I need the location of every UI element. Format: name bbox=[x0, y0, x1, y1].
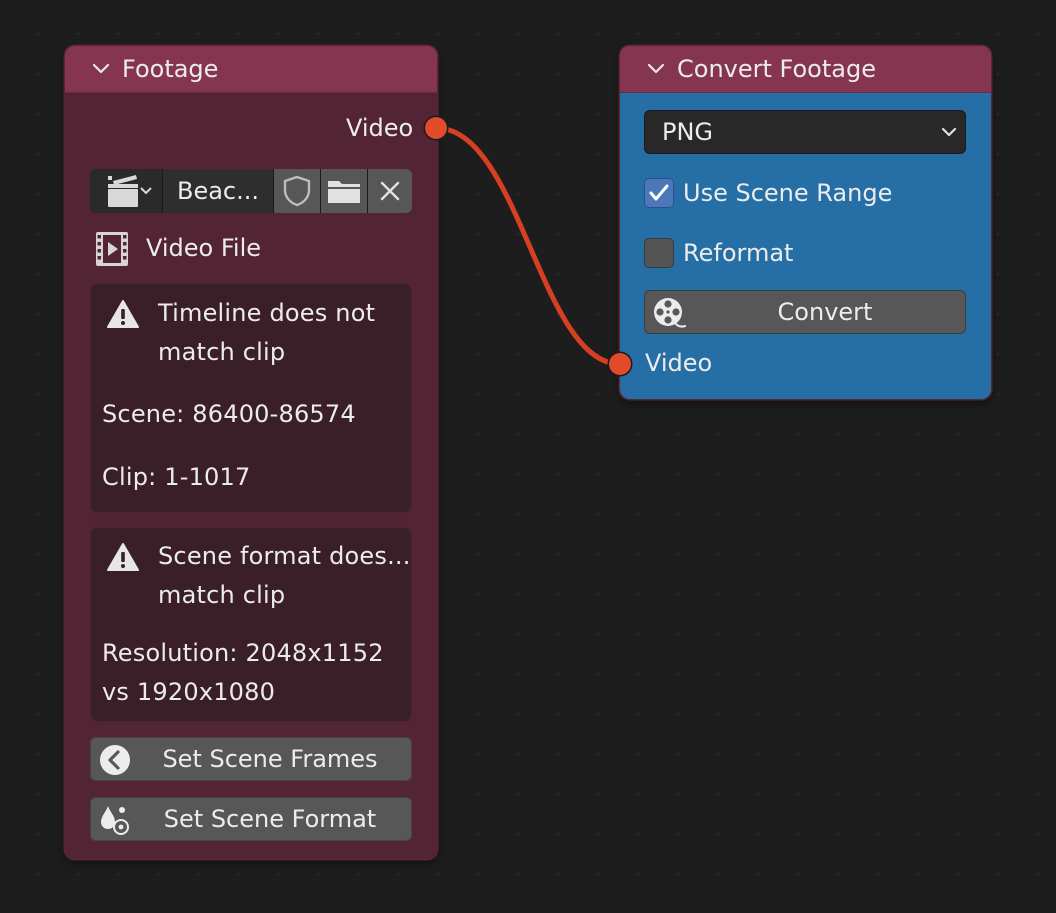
scene-range-text: Scene: 86400-86574 bbox=[102, 400, 356, 428]
convert-node-header[interactable]: Convert Footage bbox=[620, 46, 991, 93]
shield-icon bbox=[283, 175, 311, 207]
chevron-down-icon bbox=[941, 127, 957, 137]
collapse-chevron-icon[interactable] bbox=[646, 59, 666, 79]
use-scene-range-checkbox[interactable] bbox=[644, 178, 674, 208]
video-output-label: Video bbox=[346, 114, 414, 142]
warning-title-line: Timeline does not bbox=[158, 299, 376, 327]
source-type-label: Video File bbox=[146, 234, 262, 262]
set-scene-format-button[interactable]: Set Scene Format bbox=[90, 797, 412, 841]
unlink-clip-button[interactable] bbox=[368, 169, 412, 213]
set-scene-frames-button[interactable]: Set Scene Frames bbox=[90, 737, 412, 781]
folder-icon bbox=[328, 181, 360, 203]
clip-range-text: Clip: 1-1017 bbox=[102, 463, 251, 491]
clip-browse-dropdown[interactable] bbox=[90, 169, 162, 213]
clip-selector: Beac... bbox=[90, 169, 412, 213]
use-scene-range-label[interactable]: Use Scene Range bbox=[683, 179, 892, 207]
collapse-chevron-icon[interactable] bbox=[91, 59, 111, 79]
warning-title-line: match clip bbox=[158, 338, 286, 366]
resolution-text: Resolution: 2048x1152 bbox=[102, 639, 384, 667]
convert-button[interactable]: Convert bbox=[644, 290, 966, 334]
video-output-socket[interactable] bbox=[425, 117, 447, 139]
clapperboard-icon bbox=[108, 175, 152, 207]
convert-button-label: Convert bbox=[777, 298, 873, 326]
footage-node[interactable]: Footage Video Beac... Video File Timelin… bbox=[65, 46, 437, 859]
set-scene-format-label: Set Scene Format bbox=[163, 805, 377, 833]
fake-user-button[interactable] bbox=[274, 169, 320, 213]
format-dropdown[interactable]: PNG bbox=[644, 110, 966, 154]
warning-title-line: Scene format does... bbox=[158, 542, 411, 570]
timeline-mismatch-warning: Timeline does not match clip Scene: 8640… bbox=[90, 283, 412, 513]
warning-icon bbox=[107, 543, 139, 571]
clip-name-field[interactable]: Beac... bbox=[163, 169, 273, 213]
film-strip-icon bbox=[96, 232, 128, 266]
format-value: PNG bbox=[662, 118, 714, 146]
resolution-text: vs 1920x1080 bbox=[102, 678, 276, 706]
open-file-button[interactable] bbox=[321, 169, 367, 213]
warning-title-line: match clip bbox=[158, 581, 286, 609]
footage-node-header[interactable]: Footage bbox=[65, 46, 437, 93]
convert-footage-node[interactable]: Convert Footage PNG Use Scene Range Refo… bbox=[620, 46, 991, 399]
clip-name: Beac... bbox=[176, 177, 260, 205]
reformat-label[interactable]: Reformat bbox=[683, 239, 793, 267]
checkmark-icon bbox=[649, 184, 669, 201]
footage-node-title: Footage bbox=[122, 55, 219, 83]
format-mismatch-warning: Scene format does... match clip Resoluti… bbox=[90, 527, 412, 722]
convert-node-title: Convert Footage bbox=[677, 55, 876, 83]
warning-icon bbox=[107, 300, 139, 328]
reformat-checkbox[interactable] bbox=[644, 238, 674, 268]
video-input-label: Video bbox=[645, 349, 713, 377]
close-icon bbox=[380, 181, 400, 201]
set-scene-frames-label: Set Scene Frames bbox=[162, 745, 378, 773]
video-input-socket[interactable] bbox=[609, 353, 631, 375]
